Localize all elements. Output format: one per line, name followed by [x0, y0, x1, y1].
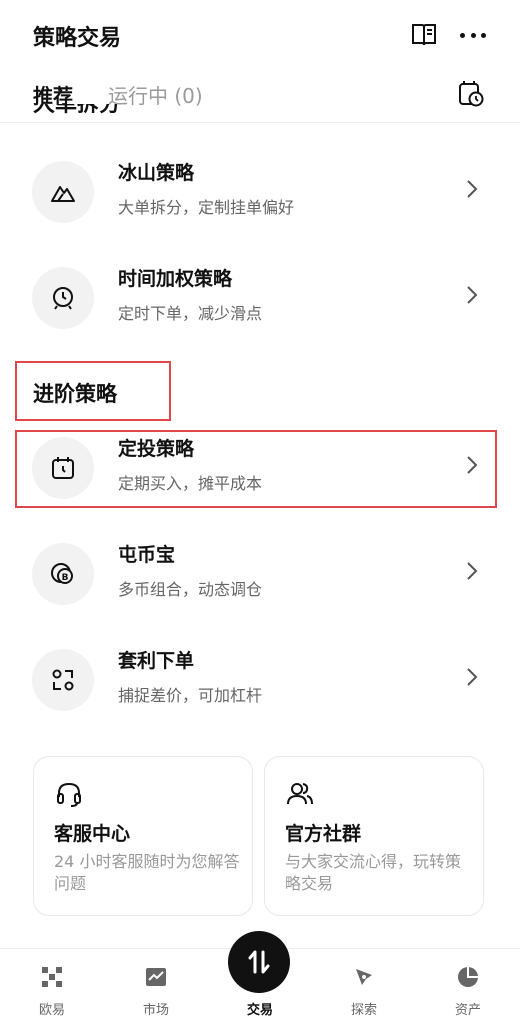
explore-icon — [356, 969, 372, 985]
customer-service-card[interactable]: 客服中心 24 小时客服随时为您解答问题 — [33, 756, 253, 916]
card-desc: 24 小时客服随时为您解答问题 — [54, 852, 240, 893]
arbitrage-icon — [32, 649, 94, 711]
strategy-name: 屯币宝 — [118, 544, 176, 566]
page-title: 策略交易 — [33, 26, 122, 51]
okx-logo-icon — [42, 967, 62, 987]
nav-item-market[interactable]: 市场 — [104, 949, 208, 1032]
coin-icon: B — [32, 543, 94, 605]
nav-item-explore[interactable]: 探索 — [312, 949, 416, 1032]
card-desc: 与大家交流心得，玩转策略交易 — [285, 852, 462, 893]
strategy-item-arbitrage[interactable]: 套利下单 捕捉差价，可加杠杆 — [16, 642, 504, 720]
strategy-name: 套利下单 — [118, 650, 195, 672]
section-title-partial: 大单拆分 — [33, 104, 122, 117]
strategy-desc: 定时下单，减少滑点 — [118, 304, 263, 323]
card-title: 客服中心 — [54, 823, 131, 845]
strategy-item-twap[interactable]: 时间加权策略 定时下单，减少滑点 — [16, 260, 504, 338]
highlight-box-section — [15, 361, 171, 421]
book-icon[interactable] — [410, 22, 438, 48]
trade-icon[interactable] — [228, 931, 290, 993]
nav-label: 欧易 — [38, 1003, 65, 1018]
more-icon[interactable] — [458, 22, 488, 48]
nav-label: 交易 — [246, 1003, 273, 1018]
strategy-item-iceberg[interactable]: 冰山策略 大单拆分，定制挂单偏好 — [16, 154, 504, 232]
divider — [0, 122, 520, 123]
community-icon — [287, 783, 313, 805]
clock-icon — [32, 267, 94, 329]
svg-text:B: B — [62, 573, 69, 583]
card-title: 官方社群 — [285, 823, 362, 845]
highlight-box-item — [15, 430, 497, 508]
headset-icon — [57, 782, 81, 807]
strategy-name: 时间加权策略 — [118, 268, 233, 290]
assets-icon — [458, 967, 478, 987]
chevron-right-icon — [467, 180, 478, 198]
strategy-desc: 多币组合，动态调仓 — [118, 580, 263, 599]
app-header: 策略交易 — [0, 0, 520, 70]
nav-label: 探索 — [350, 1003, 377, 1018]
nav-item-assets[interactable]: 资产 — [416, 949, 520, 1032]
bottom-nav: 欧易 市场 交易 探索 资产 — [0, 931, 520, 1032]
strategy-item-coin-hoard[interactable]: B 屯币宝 多币组合，动态调仓 — [16, 536, 504, 614]
strategy-desc: 大单拆分，定制挂单偏好 — [118, 198, 295, 217]
nav-label: 资产 — [454, 1003, 481, 1018]
chevron-right-icon — [467, 668, 478, 686]
market-icon — [146, 968, 166, 986]
strategy-desc: 捕捉差价，可加杠杆 — [118, 686, 263, 705]
community-card[interactable]: 官方社群 与大家交流心得，玩转策略交易 — [264, 756, 484, 916]
iceberg-icon — [32, 161, 94, 223]
strategy-name: 冰山策略 — [118, 162, 195, 184]
chevron-right-icon — [467, 562, 478, 580]
nav-item-okx[interactable]: 欧易 — [0, 949, 104, 1032]
nav-label: 市场 — [142, 1003, 169, 1018]
chevron-right-icon — [467, 286, 478, 304]
